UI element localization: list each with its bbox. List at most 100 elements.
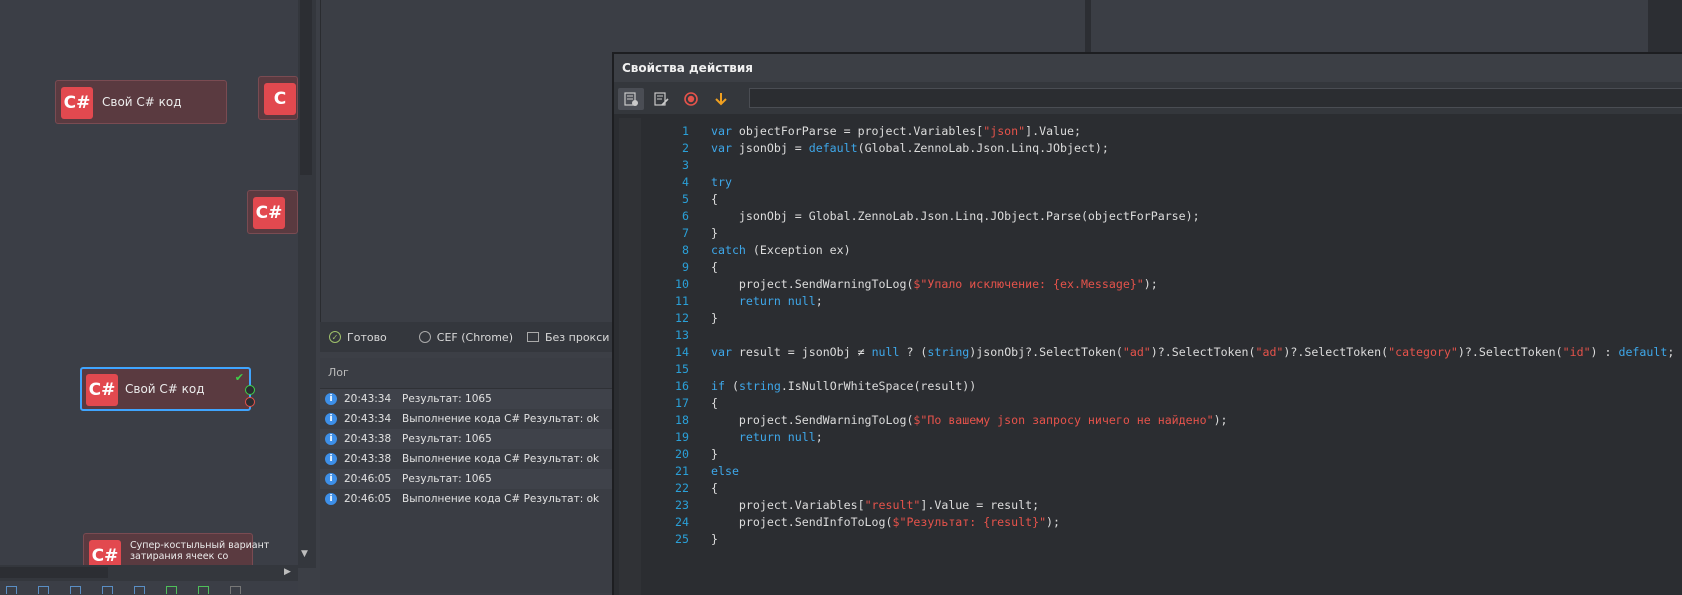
line-number: 6 (682, 209, 689, 223)
chrome-icon (418, 331, 431, 343)
download-button[interactable] (708, 88, 734, 110)
code-line[interactable]: 23 project.Variables["result"].Value = r… (641, 497, 1674, 514)
status-proxy-label: Без прокси (544, 330, 610, 344)
code-token: { (711, 260, 718, 274)
log-message: Выполнение кода C# Результат: ok (402, 413, 600, 425)
code-line[interactable]: 16 if (string.IsNullOrWhiteSpace(result)) (641, 378, 1674, 395)
code-token: $"Упало исключение: {ex.Message}" (913, 277, 1144, 291)
code-content[interactable]: 1 var objectForParse = project.Variables[… (641, 123, 1674, 548)
info-icon: i (325, 453, 337, 465)
code-editor[interactable]: 1 var objectForParse = project.Variables[… (619, 118, 1682, 595)
action-node-csharp[interactable]: C# Свой C# код (55, 80, 227, 124)
code-token: )?.SelectToken( (1283, 345, 1389, 359)
code-token: { (711, 396, 718, 410)
code-token: string (927, 345, 970, 359)
code-line[interactable]: 15 (641, 361, 1674, 378)
log-entry[interactable]: i 20:43:38 Выполнение кода C# Результат: o… (320, 449, 612, 469)
success-check-icon: ✔ (234, 371, 244, 384)
line-number: 4 (682, 175, 689, 189)
code-token: var (711, 124, 732, 138)
csharp-icon: C# (86, 374, 118, 406)
action-node-partial[interactable]: C (258, 76, 298, 120)
code-token: { (711, 481, 718, 495)
code-line[interactable]: 19 return null; (641, 429, 1674, 446)
line-number: 11 (675, 294, 689, 308)
code-line[interactable]: 22 { (641, 480, 1674, 497)
properties-button[interactable] (618, 88, 644, 110)
code-token: ].Value; (1025, 124, 1081, 138)
code-token: project.Variables[ (711, 498, 865, 512)
info-icon: i (325, 413, 337, 425)
code-line[interactable]: 24 project.SendInfoToLog($"Результат: {r… (641, 514, 1674, 531)
project-canvas[interactable]: C# Свой C# код C C# C# Свой C# код ✔ C# … (0, 0, 298, 593)
dialog-title: Свойства действия (614, 54, 1682, 82)
code-line[interactable]: 10 project.SendWarningToLog($"Упало искл… (641, 276, 1674, 293)
dialog-toolbar (614, 82, 1682, 114)
code-line[interactable]: 12} (641, 310, 1674, 327)
code-line[interactable]: 25} (641, 531, 1674, 548)
code-line[interactable]: 3 (641, 157, 1674, 174)
code-line[interactable]: 11 return null; (641, 293, 1674, 310)
code-line[interactable]: 21 else (641, 463, 1674, 480)
status-engine-label: CEF (Chrome) (436, 330, 513, 344)
code-token: ( (724, 379, 739, 393)
edit-button[interactable] (648, 88, 674, 110)
scroll-down-arrow-icon[interactable]: ▼ (301, 549, 308, 559)
code-line[interactable]: 5{ (641, 191, 1674, 208)
code-token: null (787, 430, 816, 444)
log-title: Лог (320, 358, 612, 389)
code-token: default (808, 141, 858, 155)
code-line[interactable]: 1 var objectForParse = project.Variables[… (641, 123, 1674, 140)
csharp-icon: C# (253, 197, 285, 229)
action-node-partial[interactable]: C# (247, 190, 298, 234)
status-proxy[interactable]: Без прокси (526, 330, 610, 344)
edit-icon (654, 92, 669, 106)
code-line[interactable]: 13 (641, 327, 1674, 344)
code-line[interactable]: 7} (641, 225, 1674, 242)
code-line[interactable]: 17 { (641, 395, 1674, 412)
info-icon: i (325, 433, 337, 445)
toolbar-input[interactable] (749, 88, 1682, 108)
log-message: Результат: 1065 (402, 393, 492, 405)
log-entry[interactable]: i 20:46:05 Выполнение кода C# Результат: o… (320, 489, 612, 509)
right-panel (1091, 0, 1682, 52)
code-token: string (738, 379, 781, 393)
code-token: else (711, 464, 739, 478)
log-time: 20:46:05 (344, 493, 392, 505)
code-line[interactable]: 18 project.SendWarningToLog($"По вашему … (641, 412, 1674, 429)
code-token: default (1618, 345, 1668, 359)
log-entry[interactable]: i 20:43:34 Результат: 1065 (320, 389, 612, 409)
code-token: null (871, 345, 900, 359)
error-port[interactable] (245, 397, 255, 407)
canvas-vscroll-thumb[interactable] (300, 0, 312, 175)
code-line[interactable]: 9{ (641, 259, 1674, 276)
code-token: return (738, 294, 781, 308)
code-line[interactable]: 2 var jsonObj = default(Global.ZennoLab.J… (641, 140, 1674, 157)
code-token: } (711, 532, 718, 546)
line-number: 16 (675, 379, 689, 393)
code-token: project.SendWarningToLog( (711, 277, 914, 291)
log-entry[interactable]: i 20:46:05 Результат: 1065 (320, 469, 612, 489)
code-token: ) : (1590, 345, 1619, 359)
record-button[interactable] (678, 88, 704, 110)
code-line[interactable]: 20} (641, 446, 1674, 463)
canvas-hscroll-thumb[interactable] (0, 567, 108, 578)
success-port[interactable] (245, 385, 255, 395)
log-entry[interactable]: i 20:43:38 Результат: 1065 (320, 429, 612, 449)
line-number: 8 (682, 243, 689, 257)
info-icon: i (325, 493, 337, 505)
code-token: var (711, 141, 732, 155)
right-panel-scrollbar[interactable] (1648, 0, 1682, 52)
code-line[interactable]: 4 try (641, 174, 1674, 191)
code-line[interactable]: 8 catch (Exception ex) (641, 242, 1674, 259)
line-number: 10 (675, 277, 689, 291)
status-engine[interactable]: CEF (Chrome) (418, 330, 513, 344)
code-token: objectForParse = project.Variables[ (731, 124, 984, 138)
line-number: 1 (682, 124, 689, 138)
scroll-right-arrow-icon[interactable]: ▶ (284, 567, 291, 577)
code-line[interactable]: 6 jsonObj = Global.ZennoLab.Json.Linq.JO… (641, 208, 1674, 225)
code-token: jsonObj = (731, 141, 809, 155)
log-entry[interactable]: i 20:43:34 Выполнение кода C# Результат: o… (320, 409, 612, 429)
code-line[interactable]: 14 var result = jsonObj ≠ null ? (string)… (641, 344, 1674, 361)
action-node-selected[interactable]: C# Свой C# код ✔ (80, 367, 255, 411)
